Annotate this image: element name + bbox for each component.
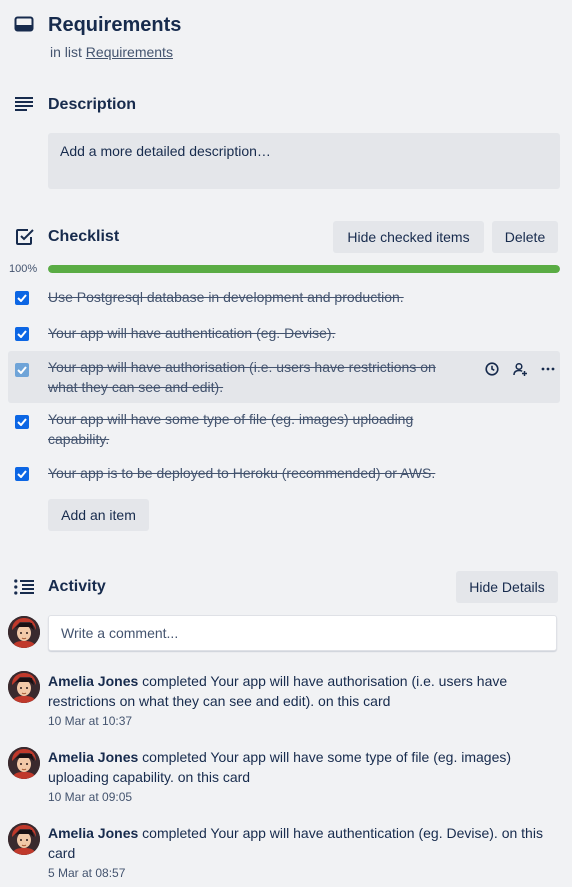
activity-timestamp[interactable]: 5 Mar at 08:57 [48, 865, 125, 881]
checklist-item-checkbox[interactable] [15, 327, 29, 341]
comment-input[interactable]: Write a comment... [48, 615, 557, 651]
clock-icon [485, 362, 499, 376]
checklist-item-text[interactable]: Use Postgresql database in development a… [48, 287, 478, 307]
checklist-item-text[interactable]: Your app is to be deployed to Heroku (re… [48, 463, 478, 483]
avatar[interactable] [8, 616, 40, 648]
description-lines-icon [15, 97, 33, 111]
checklist-item-text[interactable]: Your app will have authentication (eg. D… [48, 323, 478, 343]
list-link[interactable]: Requirements [86, 44, 173, 60]
activity-user[interactable]: Amelia Jones [48, 673, 138, 689]
checklist-item-checkbox[interactable] [15, 363, 29, 377]
checklist-item-checkbox[interactable] [15, 415, 29, 429]
progress-bar [48, 265, 560, 273]
card-icon [14, 16, 34, 32]
progress-percent: 100% [9, 263, 38, 275]
checklist-item-checkbox[interactable] [15, 467, 29, 481]
description-placeholder: Add a more detailed description… [60, 143, 271, 159]
add-member-icon [512, 362, 527, 376]
activity-timestamp[interactable]: 10 Mar at 10:37 [48, 713, 132, 729]
assign-member-button[interactable] [509, 358, 531, 380]
add-checklist-item-button[interactable]: Add an item [48, 499, 149, 531]
avatar[interactable] [8, 747, 40, 779]
activity-timestamp[interactable]: 10 Mar at 09:05 [48, 789, 132, 805]
delete-checklist-button[interactable]: Delete [492, 221, 558, 253]
activity-heading: Activity [48, 578, 106, 595]
hide-details-button[interactable]: Hide Details [456, 571, 558, 603]
hide-checked-items-button[interactable]: Hide checked items [333, 221, 484, 253]
activity-entry-text: Amelia Jones completed Your app will hav… [48, 747, 548, 787]
activity-user[interactable]: Amelia Jones [48, 749, 138, 765]
item-actions-button[interactable] [537, 358, 559, 380]
checklist-heading: Checklist [48, 228, 120, 245]
in-list-prefix: in list [50, 44, 82, 60]
list-breadcrumb: in list Requirements [50, 43, 173, 61]
more-dots-icon [541, 367, 555, 371]
avatar[interactable] [8, 671, 40, 703]
description-editor[interactable]: Add a more detailed description… [48, 133, 560, 189]
card-title: Requirements [48, 14, 182, 36]
due-date-button[interactable] [481, 358, 503, 380]
activity-list-icon [14, 579, 34, 595]
progress-bar-fill [48, 265, 560, 273]
checklist-item-text[interactable]: Your app will have authorisation (i.e. u… [48, 357, 463, 397]
activity-user[interactable]: Amelia Jones [48, 825, 138, 841]
description-heading: Description [48, 96, 137, 113]
checklist-icon [16, 229, 34, 245]
activity-entry-text: Amelia Jones completed Your app will hav… [48, 823, 548, 863]
avatar[interactable] [8, 823, 40, 855]
checklist-item-checkbox[interactable] [15, 291, 29, 305]
checklist-item-text[interactable]: Your app will have some type of file (eg… [48, 409, 448, 449]
comment-placeholder: Write a comment... [61, 625, 179, 641]
activity-entry-text: Amelia Jones completed Your app will hav… [48, 671, 548, 711]
